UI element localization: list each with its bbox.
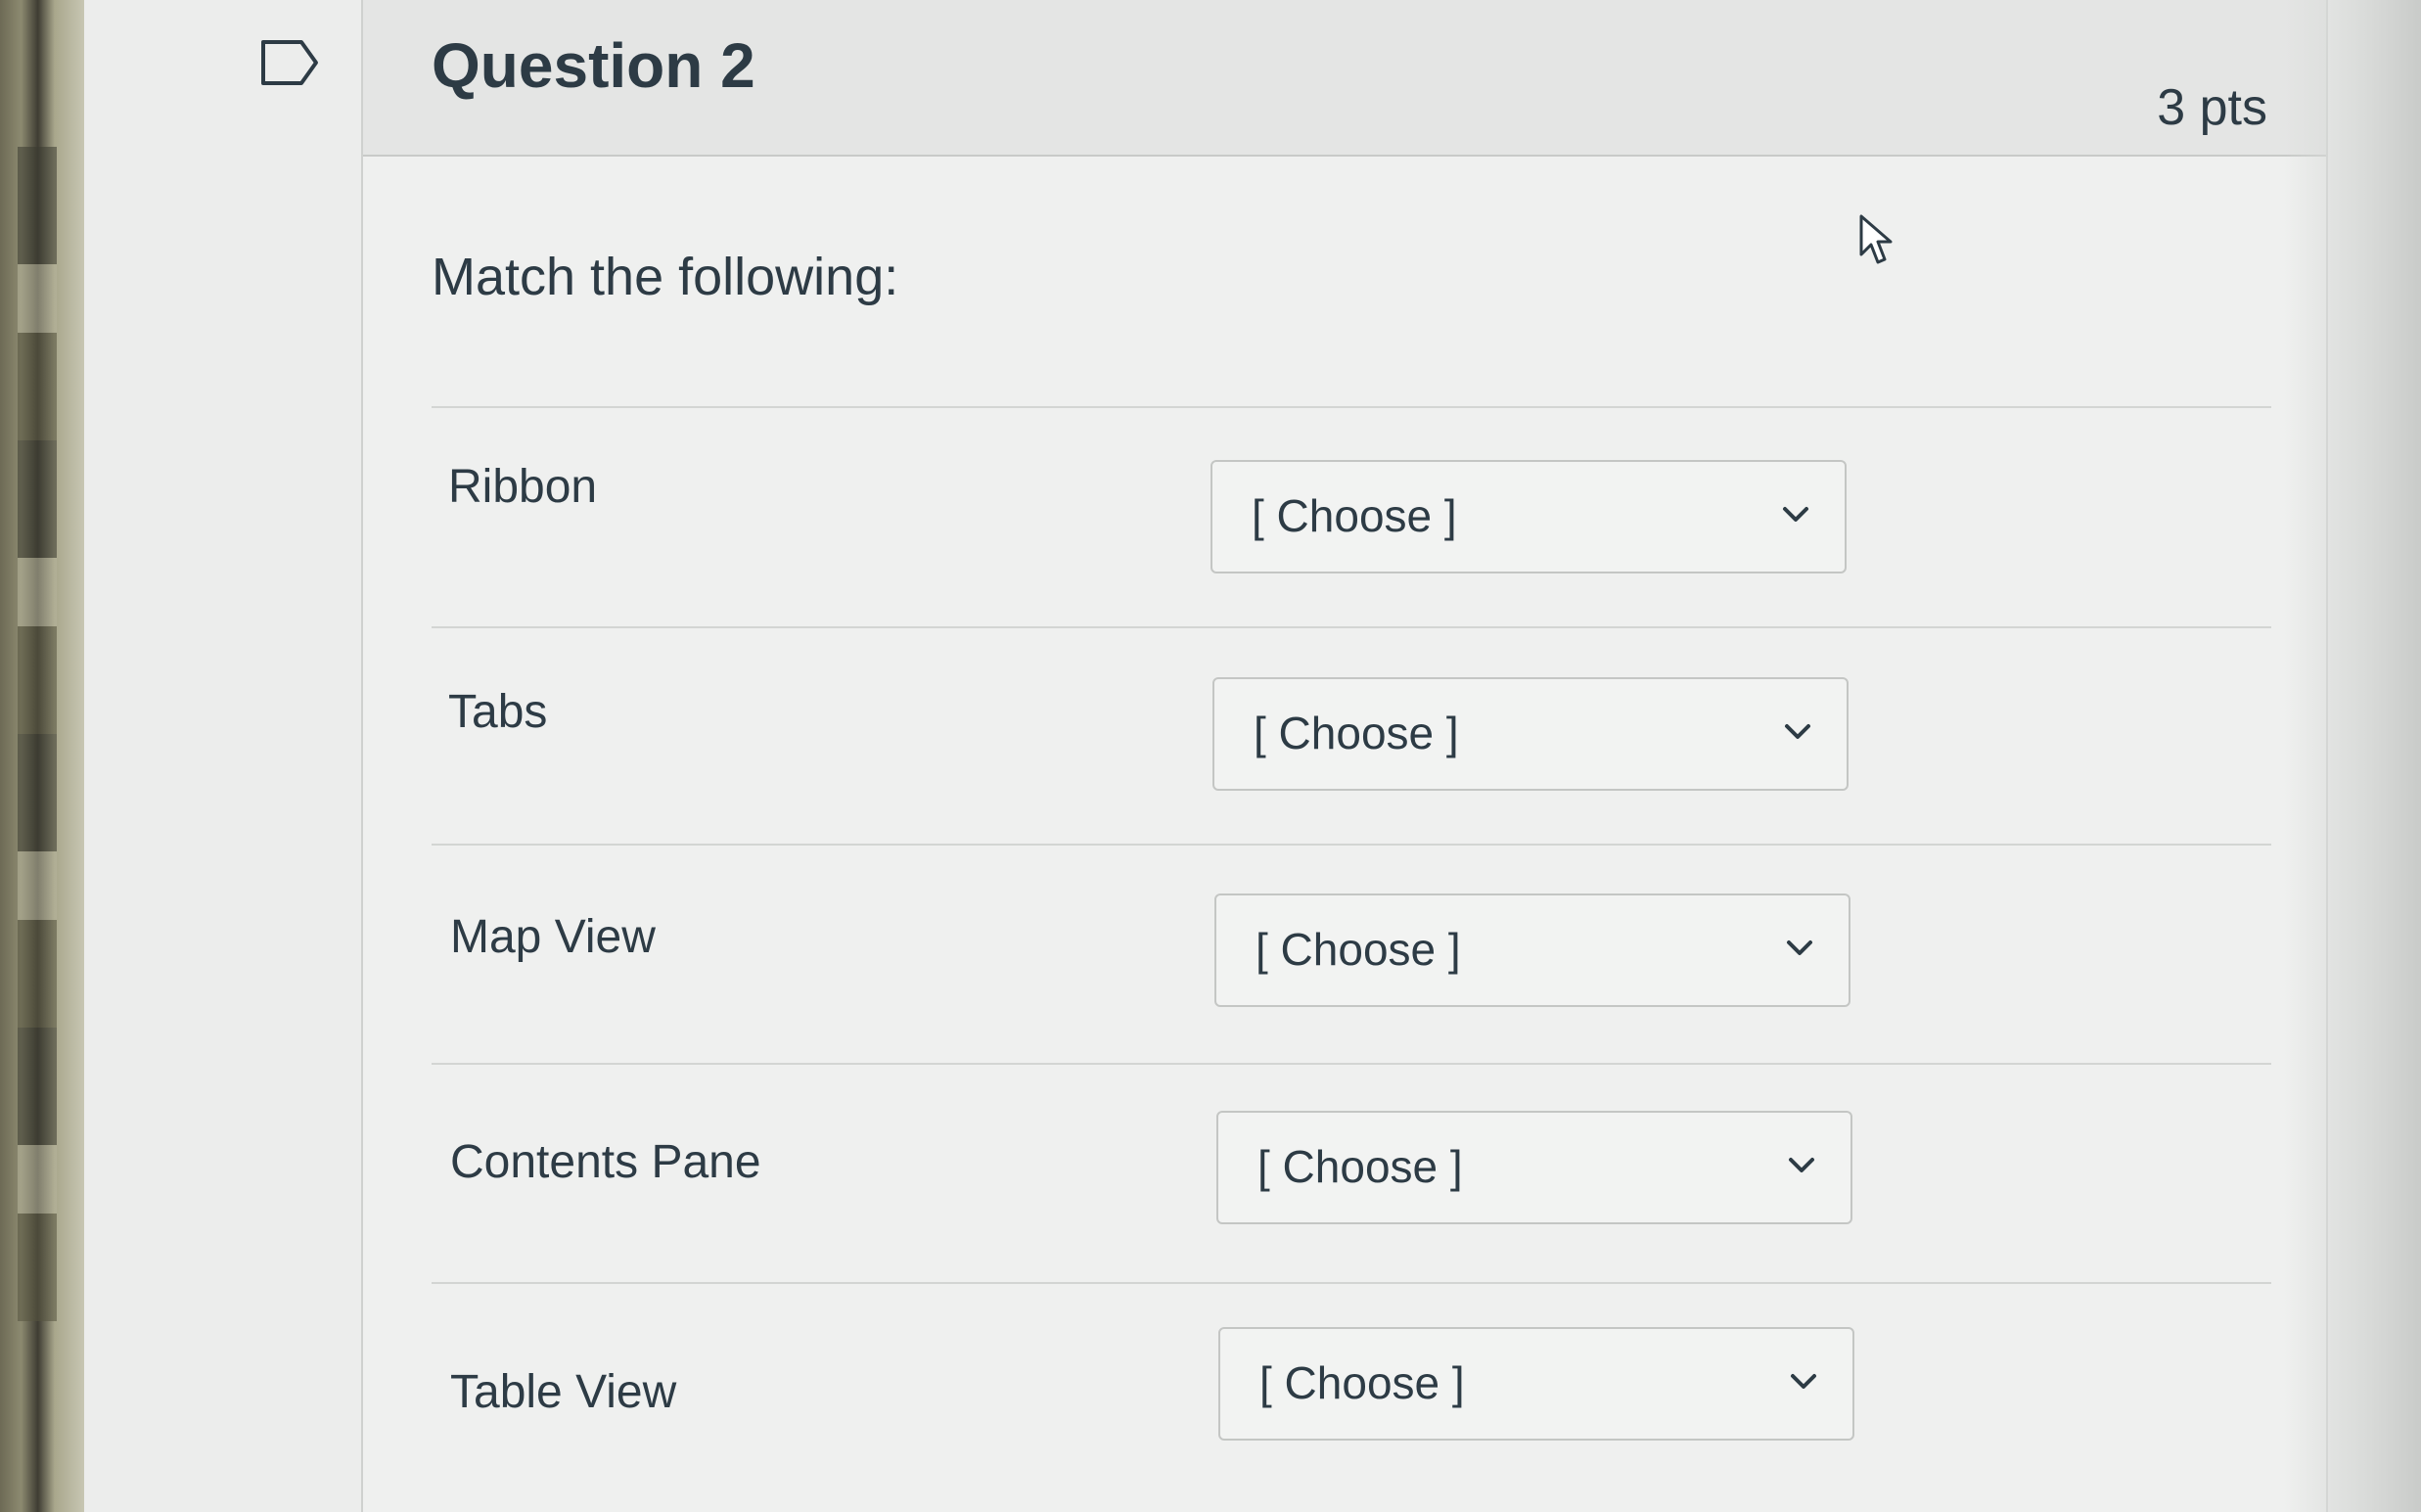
divider — [432, 626, 2271, 628]
divider — [432, 844, 2271, 846]
select-value: [ Choose ] — [1252, 490, 1457, 541]
match-select-tabs[interactable]: [ Choose ] — [1212, 677, 1849, 791]
desk-background — [0, 0, 84, 1512]
match-select-table-view[interactable]: [ Choose ] — [1218, 1327, 1854, 1441]
select-value: [ Choose ] — [1254, 708, 1459, 758]
select-value: [ Choose ] — [1257, 1141, 1463, 1192]
question-prompt: Match the following: — [432, 248, 899, 306]
flag-question-icon[interactable] — [260, 39, 319, 86]
question-card: Question 2 3 pts Match the following: Ri… — [361, 0, 2328, 1512]
match-select-contents-pane[interactable]: [ Choose ] — [1216, 1111, 1852, 1224]
divider — [432, 406, 2271, 408]
match-label-tabs: Tabs — [448, 686, 548, 738]
question-title: Question 2 — [432, 30, 755, 101]
question-points: 3 pts — [2157, 79, 2267, 136]
screen-edge-shade — [2284, 0, 2421, 1512]
chevron-down-icon — [1783, 507, 1808, 522]
match-label-map-view: Map View — [450, 911, 656, 963]
screen: Question 2 3 pts Match the following: Ri… — [84, 0, 2421, 1512]
chevron-down-icon — [1787, 940, 1812, 955]
select-value: [ Choose ] — [1256, 924, 1461, 975]
select-value: [ Choose ] — [1259, 1357, 1465, 1408]
match-label-table-view: Table View — [450, 1366, 677, 1418]
chevron-down-icon — [1789, 1158, 1814, 1172]
match-select-ribbon[interactable]: [ Choose ] — [1210, 460, 1847, 573]
match-select-map-view[interactable]: [ Choose ] — [1214, 893, 1850, 1007]
chevron-down-icon — [1791, 1374, 1816, 1389]
divider — [432, 1063, 2271, 1065]
mouse-pointer-icon — [1859, 214, 1893, 264]
chevron-down-icon — [1785, 724, 1810, 739]
match-label-ribbon: Ribbon — [448, 461, 598, 513]
divider — [432, 1282, 2271, 1284]
match-label-contents-pane: Contents Pane — [450, 1136, 761, 1188]
question-header: Question 2 3 pts — [363, 0, 2326, 157]
